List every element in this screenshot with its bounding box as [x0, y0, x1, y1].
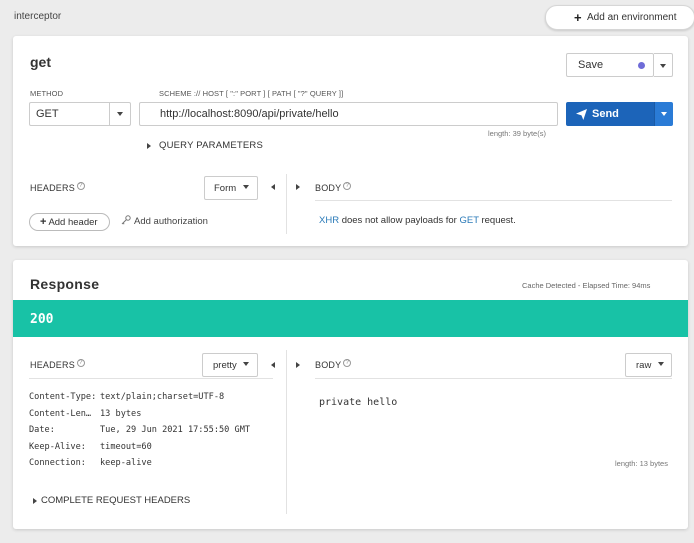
pretty-label: pretty: [213, 360, 237, 371]
header-value: 13 bytes: [100, 408, 142, 419]
complete-request-headers-label: COMPLETE REQUEST HEADERS: [41, 495, 191, 506]
response-body-divider: [315, 378, 672, 379]
caret-down-icon: [661, 112, 667, 116]
complete-request-headers-toggle[interactable]: COMPLETE REQUEST HEADERS: [33, 495, 190, 506]
response-headers-list: Content-Type: text/plain;charset=UTF-8 Co…: [29, 392, 250, 475]
key-icon: [121, 215, 131, 225]
header-value: keep-alive: [100, 458, 152, 469]
url-value: http://localhost:8090/api/private/hello: [160, 108, 339, 120]
header-row: Content-Len… 13 bytes: [29, 409, 250, 426]
request-body-heading: BODY?: [315, 182, 352, 193]
header-value: timeout=60: [100, 441, 152, 452]
send-label: Send: [592, 108, 619, 120]
status-bar: [13, 300, 688, 337]
header-key: Content-Len…: [29, 408, 92, 419]
headers-format-dropdown[interactable]: pretty: [202, 353, 258, 377]
response-title: Response: [30, 276, 100, 292]
caret-down-icon: [657, 362, 664, 366]
xhr-note-text: does not allow payloads for: [339, 215, 460, 226]
header-row: Keep-Alive: timeout=60: [29, 442, 250, 459]
help-icon[interactable]: ?: [343, 359, 352, 367]
header-key: Content-Type:: [29, 392, 97, 402]
header-row: Connection: keep-alive: [29, 458, 250, 475]
query-parameters-toggle[interactable]: QUERY PARAMETERS: [147, 140, 263, 151]
status-code: 200: [30, 312, 54, 327]
header-row: Date: Tue, 29 Jun 2021 17:55:50 GMT: [29, 425, 250, 442]
response-divider: [29, 378, 273, 379]
method-divider: [109, 102, 110, 126]
request-name: get: [30, 54, 51, 70]
caret-down-icon: [242, 185, 249, 189]
response-split-divider[interactable]: [286, 350, 287, 514]
paper-plane-icon: [576, 108, 587, 120]
help-icon[interactable]: ?: [76, 359, 85, 367]
body-divider: [315, 200, 672, 201]
header-value: Tue, 29 Jun 2021 17:55:50 GMT: [100, 425, 251, 436]
raw-label: raw: [636, 360, 652, 371]
triangle-left-icon[interactable]: [271, 184, 275, 190]
plus-icon: +: [40, 216, 47, 228]
caret-down-icon: [243, 362, 250, 366]
request-split-divider[interactable]: [286, 174, 287, 234]
app-title: interceptor: [14, 11, 62, 22]
method-label: METHOD: [30, 89, 64, 98]
add-environment-button[interactable]: + Add an environment: [545, 5, 694, 30]
header-key: Connection:: [29, 458, 86, 469]
help-icon[interactable]: ?: [76, 182, 85, 190]
caret-down-icon: [117, 112, 123, 116]
xhr-note: XHR does not allow payloads for GET requ…: [319, 215, 516, 226]
query-parameters-label: QUERY PARAMETERS: [159, 140, 264, 151]
response-body-heading: BODY?: [315, 359, 352, 370]
caret-down-icon: [660, 64, 666, 68]
save-label: Save: [578, 59, 604, 71]
send-button[interactable]: Send: [566, 102, 654, 126]
form-label: Form: [214, 183, 237, 194]
triangle-right-icon[interactable]: [296, 184, 300, 190]
add-authorization-label: Add authorization: [134, 216, 208, 227]
triangle-left-icon[interactable]: [271, 362, 275, 368]
body-format-dropdown[interactable]: raw: [625, 353, 672, 377]
response-headers-label: HEADERS: [30, 360, 75, 370]
add-header-label: Add header: [48, 217, 98, 228]
method-select[interactable]: GET: [29, 102, 131, 126]
header-row: Content-Type: text/plain;charset=UTF-8: [29, 392, 250, 409]
headers-form-dropdown[interactable]: Form: [204, 176, 258, 200]
send-options-toggle[interactable]: [654, 102, 673, 126]
triangle-right-icon[interactable]: [296, 362, 300, 368]
triangle-right-icon: [147, 142, 151, 149]
save-dropdown-toggle[interactable]: [654, 53, 673, 77]
request-body-label: BODY: [315, 183, 342, 193]
add-header-button[interactable]: + Add header: [29, 213, 110, 231]
header-value: text/plain;charset=UTF-8: [100, 392, 225, 402]
add-environment-label: Add an environment: [587, 12, 677, 23]
url-label: SCHEME :// HOST [ ":" PORT ] [ PATH [ "?…: [159, 89, 344, 98]
url-length: length: 39 byte(s): [488, 129, 546, 138]
header-key: Date:: [29, 425, 55, 436]
xhr-link[interactable]: XHR: [319, 215, 339, 226]
url-input[interactable]: http://localhost:8090/api/private/hello: [139, 102, 558, 126]
cache-info: Cache Detected - Elapsed Time: 94ms: [522, 281, 651, 290]
request-headers-heading: HEADERS?: [30, 182, 85, 193]
help-icon[interactable]: ?: [343, 182, 352, 190]
response-body-label: BODY: [315, 360, 342, 370]
plus-icon: +: [574, 10, 582, 25]
triangle-right-icon: [33, 497, 37, 504]
method-value: GET: [36, 108, 59, 120]
request-headers-label: HEADERS: [30, 183, 75, 193]
add-authorization-link[interactable]: Add authorization: [121, 215, 208, 227]
unsaved-dot-icon: [638, 62, 645, 69]
body-length: length: 13 bytes: [615, 459, 668, 468]
response-body: private hello: [319, 397, 398, 408]
get-link[interactable]: GET: [459, 215, 478, 226]
response-headers-heading: HEADERS?: [30, 359, 85, 370]
header-key: Keep-Alive:: [29, 441, 86, 452]
xhr-note-end: request.: [478, 215, 516, 226]
